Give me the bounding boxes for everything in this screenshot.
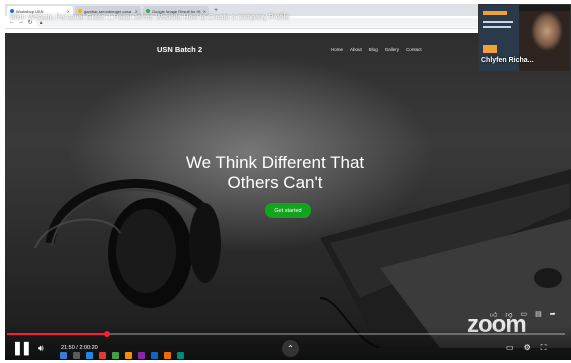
tab-label: Workshop USN — [16, 8, 44, 14]
favicon-icon — [146, 9, 150, 13]
close-icon[interactable]: ✕ — [135, 9, 138, 14]
close-icon[interactable]: ✕ — [203, 9, 206, 14]
menu-item-contact[interactable]: Contact — [406, 47, 422, 52]
video-title-overlay: Bikin Website Personal Gratis 1 Pakai Je… — [10, 14, 290, 21]
volume-icon[interactable]: 🔊︎ — [38, 343, 44, 354]
player-right-controls: ▭ ⚙ ⛶ — [506, 343, 546, 353]
webpage-hero: USN Batch 2 Home About Blog Gallery Cont… — [5, 33, 571, 349]
settings-icon[interactable]: ⚙ — [524, 343, 531, 353]
favicon-icon — [10, 9, 14, 13]
participant-video[interactable]: Chlyfen Richa... — [478, 4, 571, 72]
hero-line-2: Others Can't — [227, 173, 323, 192]
pause-icon[interactable]: ❚❚ — [12, 340, 32, 356]
progress-fill — [7, 333, 108, 335]
menu-item-gallery[interactable]: Gallery — [385, 47, 399, 52]
hero-heading: We Think Different That Others Can't — [145, 153, 405, 193]
subtitles-icon[interactable]: ▭ — [506, 343, 514, 353]
fullscreen-icon[interactable]: ⛶ — [541, 343, 547, 353]
hero-line-1: We Think Different That — [185, 153, 365, 172]
favicon-icon — [78, 9, 82, 13]
close-icon[interactable]: ✕ — [67, 9, 70, 14]
site-menu: Home About Blog Gallery Contact — [331, 47, 422, 52]
captions-icon[interactable]: ▤ — [535, 310, 542, 319]
menu-item-home[interactable]: Home — [331, 47, 343, 52]
participant-name: Chlyfen Richa... — [481, 57, 534, 64]
menu-item-blog[interactable]: Blog — [369, 47, 378, 52]
menu-item-about[interactable]: About — [350, 47, 362, 52]
progress-bar[interactable] — [7, 331, 565, 337]
tab-label: gambar-seronbenger pusa — [84, 8, 132, 14]
get-started-button[interactable]: Get started — [265, 203, 311, 218]
taskbar-strip — [60, 350, 184, 360]
share-icon[interactable]: ➦ — [550, 310, 556, 319]
video-frame: Workshop USN ✕ gambar-seronbenger pusa ✕… — [0, 0, 571, 363]
site-brand[interactable]: USN Batch 2 — [157, 45, 202, 54]
chevron-up-icon[interactable]: ⌃ — [282, 340, 299, 357]
tab-label: Google Image Result for Ht — [152, 8, 201, 14]
